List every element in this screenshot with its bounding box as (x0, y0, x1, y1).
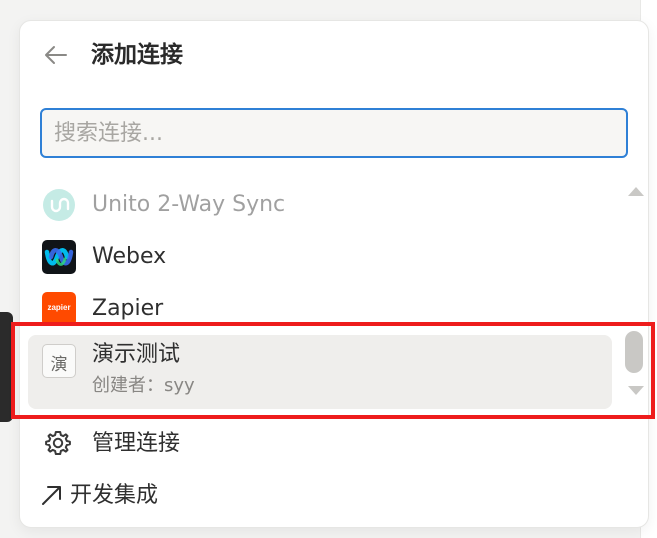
webex-logo-icon (42, 240, 76, 274)
search-input[interactable] (40, 108, 628, 158)
zapier-logo-icon: zapier (42, 292, 76, 326)
dialog-header: 添加连接 (20, 21, 648, 91)
develop-integration-button[interactable]: 开发集成 (28, 473, 612, 519)
demo-test-icon: 演 (42, 344, 76, 378)
list-item-demo-test[interactable]: 演 演示测试 创建者：syy (28, 335, 612, 409)
demo-test-icon-char: 演 (50, 355, 68, 375)
page: 添加连接 Unito 2-Way Sync (0, 0, 657, 538)
scrollbar-thumb[interactable] (625, 331, 643, 373)
left-edge-tab (0, 312, 13, 422)
zapier-logo-text: zapier (47, 303, 71, 312)
connection-name: Unito 2-Way Sync (92, 192, 286, 217)
connection-name: Webex (92, 244, 167, 269)
list-item-unito[interactable]: Unito 2-Way Sync (28, 179, 612, 231)
connection-creator: 创建者：syy (92, 375, 195, 396)
unito-logo-icon (42, 188, 76, 222)
list-item-webex[interactable]: Webex (28, 231, 612, 283)
develop-integration-label: 开发集成 (70, 483, 159, 508)
manage-connections-label: 管理连接 (92, 431, 181, 456)
scroll-down-arrow-icon[interactable] (628, 386, 644, 395)
gear-icon (45, 431, 71, 455)
back-arrow-icon[interactable] (42, 41, 70, 69)
manage-connections-button[interactable]: 管理连接 (28, 421, 612, 467)
dialog-title: 添加连接 (91, 42, 183, 68)
arrow-up-right-icon (42, 486, 61, 505)
scrollbar[interactable] (622, 181, 646, 406)
connection-name: 演示测试 (92, 342, 181, 367)
connection-list: Unito 2-Way Sync Webex zapier Zapier 演 演… (20, 171, 620, 411)
connection-name: Zapier (92, 296, 164, 321)
list-item-zapier[interactable]: zapier Zapier (28, 283, 612, 335)
add-connection-dialog: 添加连接 Unito 2-Way Sync (19, 20, 649, 528)
scroll-up-arrow-icon[interactable] (628, 187, 644, 196)
